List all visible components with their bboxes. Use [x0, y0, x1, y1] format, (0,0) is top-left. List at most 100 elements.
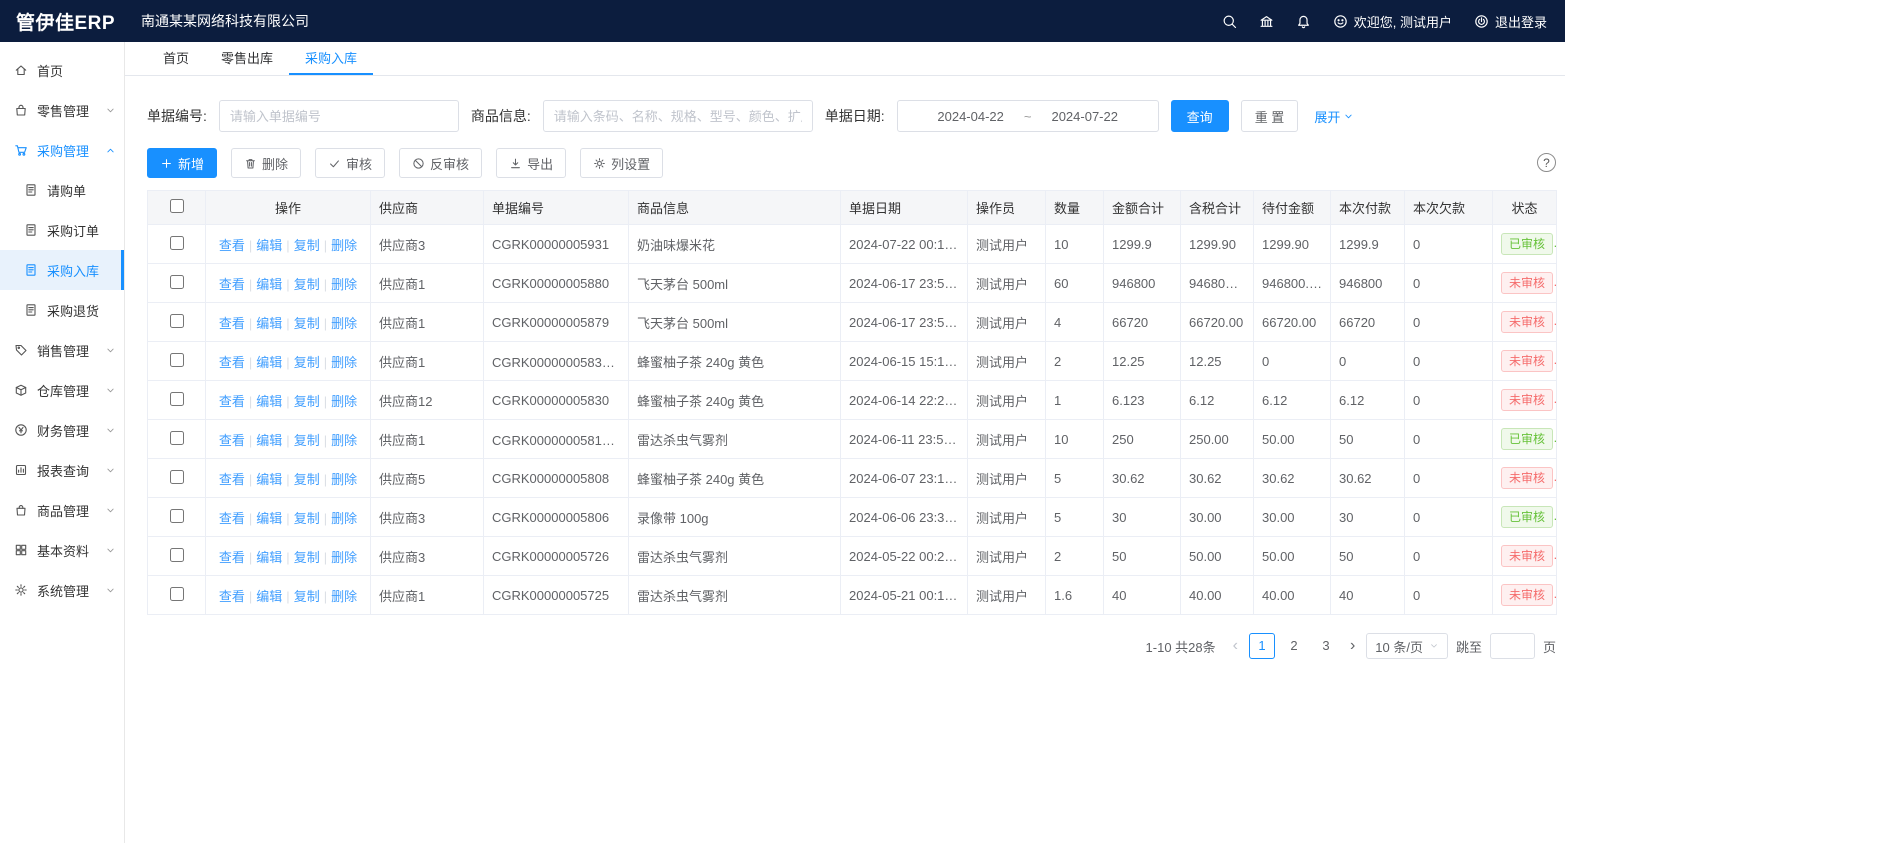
sidebar-item-purchase-in[interactable]: 采购入库 [0, 250, 124, 290]
sidebar-item-label: 商品管理 [37, 501, 89, 520]
page-button-2[interactable]: 2 [1281, 633, 1307, 659]
row-action-view[interactable]: 查看 [219, 433, 245, 448]
row-action-edit[interactable]: 编辑 [256, 511, 282, 526]
row-action-edit[interactable]: 编辑 [256, 355, 282, 370]
sidebar-item-basic-data[interactable]: 基本资料 [0, 530, 124, 570]
expand-toggle[interactable]: 展开 [1314, 107, 1354, 126]
chevron-up-icon [105, 145, 116, 156]
jump-page-input[interactable] [1490, 633, 1535, 659]
row-action-view[interactable]: 查看 [219, 550, 245, 565]
row-action-copy[interactable]: 复制 [294, 277, 320, 292]
row-action-edit[interactable]: 编辑 [256, 394, 282, 409]
bill-no-input[interactable] [219, 100, 459, 132]
unaudit-button[interactable]: 反审核 [399, 148, 482, 178]
row-action-view[interactable]: 查看 [219, 238, 245, 253]
sidebar-item-retail[interactable]: 零售管理 [0, 90, 124, 130]
row-action-copy[interactable]: 复制 [294, 472, 320, 487]
col-header-bill-no: 单据编号 [484, 191, 629, 225]
row-action-view[interactable]: 查看 [219, 277, 245, 292]
page-button-1[interactable]: 1 [1249, 633, 1275, 659]
row-action-edit[interactable]: 编辑 [256, 238, 282, 253]
add-button[interactable]: 新增 [147, 148, 217, 178]
date-range-picker[interactable]: 2024-04-22 ~ 2024-07-22 [897, 100, 1159, 132]
select-all-checkbox[interactable] [170, 199, 184, 213]
page-button-3[interactable]: 3 [1313, 633, 1339, 659]
cell-owed-this-time: 0 [1405, 537, 1493, 576]
row-checkbox[interactable] [170, 587, 184, 601]
date-start[interactable]: 2024-04-22 [937, 109, 1004, 124]
sidebar-item-goods[interactable]: 商品管理 [0, 490, 124, 530]
sidebar-item-purchase-request[interactable]: 请购单 [0, 170, 124, 210]
row-action-delete[interactable]: 删除 [331, 550, 357, 565]
row-action-delete[interactable]: 删除 [331, 355, 357, 370]
tab-purchase-in[interactable]: 采购入库 [289, 42, 373, 75]
row-action-view[interactable]: 查看 [219, 355, 245, 370]
row-action-delete[interactable]: 删除 [331, 316, 357, 331]
row-action-delete[interactable]: 删除 [331, 472, 357, 487]
row-action-view[interactable]: 查看 [219, 472, 245, 487]
tab-home[interactable]: 首页 [147, 42, 205, 75]
sidebar-item-label: 首页 [37, 61, 63, 80]
sidebar-item-purchase[interactable]: 采购管理 [0, 130, 124, 170]
row-action-copy[interactable]: 复制 [294, 589, 320, 604]
row-action-delete[interactable]: 删除 [331, 277, 357, 292]
delete-button[interactable]: 删除 [231, 148, 301, 178]
row-checkbox[interactable] [170, 353, 184, 367]
row-action-edit[interactable]: 编辑 [256, 316, 282, 331]
reset-button[interactable]: 重 置 [1241, 100, 1299, 132]
row-action-edit[interactable]: 编辑 [256, 472, 282, 487]
row-checkbox[interactable] [170, 509, 184, 523]
row-action-copy[interactable]: 复制 [294, 394, 320, 409]
logout-button[interactable]: 退出登录 [1474, 12, 1547, 31]
row-checkbox[interactable] [170, 470, 184, 484]
row-action-edit[interactable]: 编辑 [256, 277, 282, 292]
row-checkbox[interactable] [170, 431, 184, 445]
export-button[interactable]: 导出 [496, 148, 566, 178]
row-action-delete[interactable]: 删除 [331, 433, 357, 448]
sidebar-item-finance[interactable]: 财务管理 [0, 410, 124, 450]
row-action-view[interactable]: 查看 [219, 589, 245, 604]
row-checkbox[interactable] [170, 236, 184, 250]
row-action-copy[interactable]: 复制 [294, 511, 320, 526]
row-action-edit[interactable]: 编辑 [256, 433, 282, 448]
row-checkbox[interactable] [170, 392, 184, 406]
bell-icon[interactable] [1296, 14, 1311, 29]
row-action-view[interactable]: 查看 [219, 316, 245, 331]
sidebar-item-sales[interactable]: 销售管理 [0, 330, 124, 370]
tab-retail-out[interactable]: 零售出库 [205, 42, 289, 75]
row-checkbox[interactable] [170, 275, 184, 289]
row-action-copy[interactable]: 复制 [294, 433, 320, 448]
sidebar-item-reports[interactable]: 报表查询 [0, 450, 124, 490]
sidebar-item-purchase-return[interactable]: 采购退货 [0, 290, 124, 330]
sidebar-item-purchase-order[interactable]: 采购订单 [0, 210, 124, 250]
row-action-delete[interactable]: 删除 [331, 511, 357, 526]
row-action-edit[interactable]: 编辑 [256, 550, 282, 565]
row-action-copy[interactable]: 复制 [294, 316, 320, 331]
prev-page-button[interactable]: ‹ [1230, 638, 1241, 654]
product-info-input[interactable] [543, 100, 813, 132]
row-action-delete[interactable]: 删除 [331, 589, 357, 604]
row-action-delete[interactable]: 删除 [331, 394, 357, 409]
page-size-select[interactable]: 10 条/页 [1366, 633, 1448, 659]
search-icon[interactable] [1222, 14, 1237, 29]
sidebar-item-home[interactable]: 首页 [0, 50, 124, 90]
row-action-delete[interactable]: 删除 [331, 238, 357, 253]
welcome-user[interactable]: 欢迎您, 测试用户 [1333, 12, 1452, 31]
audit-button[interactable]: 审核 [315, 148, 385, 178]
help-icon[interactable]: ? [1537, 153, 1556, 172]
row-checkbox[interactable] [170, 314, 184, 328]
column-settings-button[interactable]: 列设置 [580, 148, 663, 178]
row-action-view[interactable]: 查看 [219, 511, 245, 526]
sidebar-item-warehouse[interactable]: 仓库管理 [0, 370, 124, 410]
sidebar-item-system[interactable]: 系统管理 [0, 570, 124, 610]
row-action-copy[interactable]: 复制 [294, 238, 320, 253]
next-page-button[interactable]: › [1347, 638, 1358, 654]
row-action-edit[interactable]: 编辑 [256, 589, 282, 604]
row-action-view[interactable]: 查看 [219, 394, 245, 409]
date-end[interactable]: 2024-07-22 [1051, 109, 1118, 124]
row-action-copy[interactable]: 复制 [294, 550, 320, 565]
search-button[interactable]: 查询 [1171, 100, 1229, 132]
row-checkbox[interactable] [170, 548, 184, 562]
bank-icon[interactable] [1259, 14, 1274, 29]
row-action-copy[interactable]: 复制 [294, 355, 320, 370]
